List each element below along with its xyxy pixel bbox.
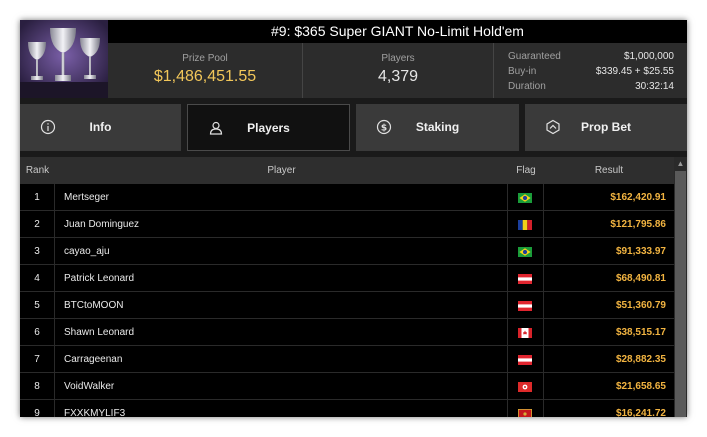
prize-pool-stat: Prize Pool $1,486,451.55 — [108, 43, 302, 98]
detail-buy-in: Buy-in $339.45 + $25.55 — [508, 64, 674, 79]
prize-pool-value: $1,486,451.55 — [153, 68, 257, 85]
tab-info[interactable]: Info — [20, 104, 181, 151]
table-row[interactable]: 6 Shawn Leonard $38,515.17 — [20, 319, 674, 346]
table-row[interactable]: 4 Patrick Leonard $68,490.81 — [20, 265, 674, 292]
rank-cell: 1 — [20, 184, 55, 211]
tab-label: Info — [89, 120, 112, 134]
result-cell: $68,490.81 — [615, 273, 666, 284]
flag-cell — [508, 211, 544, 238]
tournament-header: #9: $365 Super GIANT No-Limit Hold'em Pr… — [20, 20, 687, 98]
flag-montenegro-icon — [518, 409, 532, 417]
flag-cell — [508, 238, 544, 265]
table-scrollbar[interactable]: ▲ — [674, 157, 687, 417]
player-name: cayao_aju — [55, 238, 508, 265]
rank-cell: 5 — [20, 292, 55, 319]
table-body: 1 Mertseger $162,420.91 2 Juan Dominguez $121… — [20, 184, 674, 417]
flag-hong-kong-icon — [518, 382, 532, 392]
players-table: Rank Player Flag Result 1 Mertseger $162,4… — [20, 157, 674, 417]
rank-cell: 4 — [20, 265, 55, 292]
detail-value: $339.45 + $25.55 — [595, 66, 674, 77]
header-player[interactable]: Player — [55, 157, 508, 184]
player-name: VoidWalker — [55, 373, 508, 400]
tab-label: Staking — [415, 120, 460, 134]
players-label: Players — [381, 53, 415, 64]
rank-cell: 6 — [20, 319, 55, 346]
detail-duration: Duration 30:32:14 — [508, 79, 674, 94]
scroll-up-icon[interactable]: ▲ — [674, 157, 687, 170]
flag-cell — [508, 319, 544, 346]
result-cell: $28,882.35 — [615, 354, 666, 365]
flag-cell — [508, 292, 544, 319]
flag-brazil-icon — [518, 193, 532, 203]
tournament-title: #9: $365 Super GIANT No-Limit Hold'em — [108, 20, 687, 43]
result-cell: $21,658.65 — [615, 381, 666, 392]
result-cell: $162,420.91 — [610, 192, 666, 203]
trophy-image — [20, 20, 108, 98]
rank-cell: 8 — [20, 373, 55, 400]
header-result[interactable]: Result — [544, 157, 674, 184]
table-row[interactable]: 9 FXXKMYLIF3 $16,241.72 — [20, 400, 674, 417]
table-row[interactable]: 1 Mertseger $162,420.91 — [20, 184, 674, 211]
table-row[interactable]: 3 cayao_aju $91,333.97 — [20, 238, 674, 265]
table-row[interactable]: 2 Juan Dominguez $121,795.86 — [20, 211, 674, 238]
result-cell: $38,515.17 — [615, 327, 666, 338]
player-name: Juan Dominguez — [55, 211, 508, 238]
detail-label: Guaranteed — [508, 51, 561, 62]
rank-cell: 3 — [20, 238, 55, 265]
player-name: Patrick Leonard — [55, 265, 508, 292]
detail-label: Buy-in — [508, 66, 537, 77]
detail-value: $1,000,000 — [623, 51, 674, 62]
header-flag[interactable]: Flag — [508, 157, 544, 184]
rank-cell: 2 — [20, 211, 55, 238]
rank-cell: 9 — [20, 400, 55, 417]
detail-guaranteed: Guaranteed $1,000,000 — [508, 49, 674, 64]
result-cell: $91,333.97 — [615, 246, 666, 257]
flag-cell — [508, 400, 544, 417]
players-count: 4,379 — [377, 68, 419, 85]
flag-cell — [508, 346, 544, 373]
table-row[interactable]: 5 BTCtoMOON $51,360.79 — [20, 292, 674, 319]
tab-label: Players — [247, 121, 290, 135]
player-name: Shawn Leonard — [55, 319, 508, 346]
result-cell: $51,360.79 — [615, 300, 666, 311]
tournament-details: Guaranteed $1,000,000 Buy-in $339.45 + $… — [494, 43, 687, 98]
flag-austria-icon — [518, 274, 532, 284]
table-row[interactable]: 8 VoidWalker $21,658.65 — [20, 373, 674, 400]
flag-cell — [508, 265, 544, 292]
prize-pool-label: Prize Pool — [182, 53, 228, 64]
tournament-window: #9: $365 Super GIANT No-Limit Hold'em Pr… — [20, 20, 687, 417]
result-cell: $16,241.72 — [615, 408, 666, 417]
flag-brazil-icon — [518, 247, 532, 257]
rank-cell: 7 — [20, 346, 55, 373]
table-header: Rank Player Flag Result — [20, 157, 674, 184]
result-cell: $121,795.86 — [610, 219, 666, 230]
flag-cell — [508, 373, 544, 400]
detail-label: Duration — [508, 81, 546, 92]
player-name: Mertseger — [55, 184, 508, 211]
table-row[interactable]: 7 Carrageenan $28,882.35 — [20, 346, 674, 373]
players-stat: Players 4,379 — [302, 43, 494, 98]
flag-austria-icon — [518, 301, 532, 311]
player-name: BTCtoMOON — [55, 292, 508, 319]
detail-value: 30:32:14 — [635, 81, 674, 92]
tab-label: Prop Bet — [580, 120, 631, 134]
flag-andorra-icon — [518, 220, 532, 230]
flag-austria-icon — [518, 355, 532, 365]
player-name: Carrageenan — [55, 346, 508, 373]
header-rank[interactable]: Rank — [20, 157, 55, 184]
flag-cell — [508, 184, 544, 211]
scroll-thumb[interactable] — [675, 171, 686, 417]
tab-bar: Info Players $ Staking Prop Bet — [20, 98, 687, 156]
tab-players[interactable]: Players — [187, 104, 350, 151]
player-name: FXXKMYLIF3 — [55, 400, 508, 417]
flag-canada-icon — [518, 328, 532, 338]
tab-staking[interactable]: $ Staking — [356, 104, 519, 151]
tab-prop-bet[interactable]: Prop Bet — [525, 104, 687, 151]
